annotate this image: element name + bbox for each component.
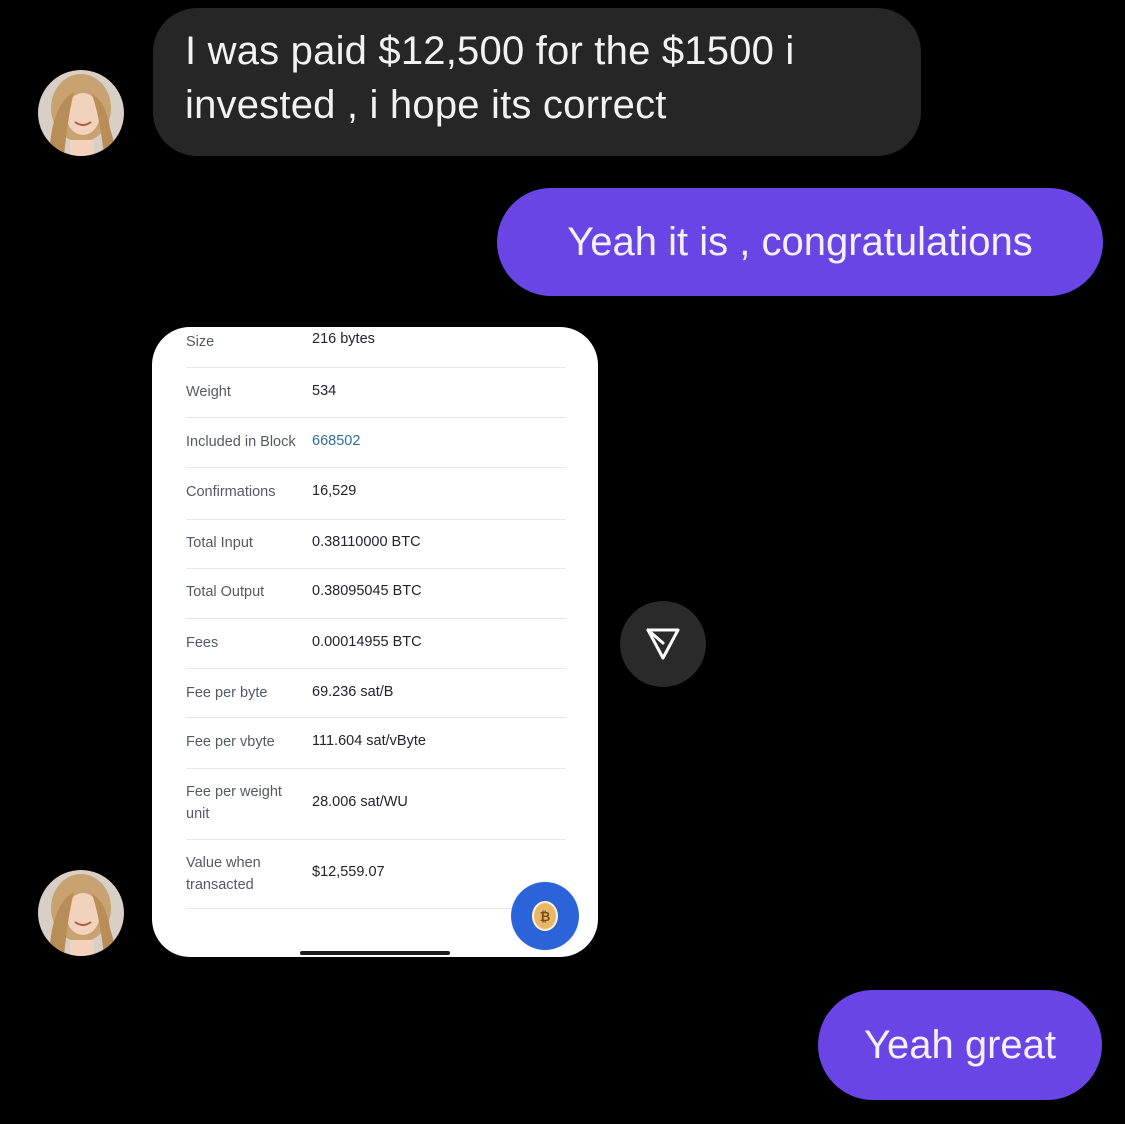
detail-value: 0.38095045 BTC: [312, 583, 422, 599]
detail-row-value-when-transacted: Value when transacted $12,559.07: [186, 840, 566, 909]
message-text-line-1: I was paid $12,500 for the $1500 i: [185, 29, 795, 73]
detail-label: Total Output: [186, 584, 265, 600]
detail-value: 534: [312, 383, 337, 399]
detail-label: Fee per byte: [186, 685, 268, 701]
message-text-line-2: invested , i hope its correct: [185, 83, 667, 127]
paper-plane-icon: [646, 628, 680, 660]
detail-label: Value when transacted: [186, 855, 261, 893]
detail-row-fee-per-byte: Fee per byte 69.236 sat/B: [186, 669, 566, 718]
detail-label: Fee per weight unit: [186, 784, 282, 822]
detail-row-fee-per-weight-unit: Fee per weight unit 28.006 sat/WU: [186, 769, 566, 840]
message-text: Yeah it is , congratulations: [567, 219, 1033, 264]
avatar[interactable]: [38, 70, 124, 156]
bitcoin-icon: ₿: [532, 901, 558, 931]
detail-row-size: Size 216 bytes: [186, 331, 566, 368]
incoming-message-bubble[interactable]: I was paid $12,500 for the $1500 i inves…: [153, 8, 921, 156]
block-link[interactable]: 668502: [312, 433, 360, 449]
message-text: Yeah great: [863, 1022, 1057, 1067]
detail-value: 69.236 sat/B: [312, 684, 394, 700]
detail-value: 16,529: [312, 483, 357, 499]
detail-row-total-output: Total Output 0.38095045 BTC: [186, 569, 566, 619]
shared-transaction-screenshot[interactable]: Size 216 bytes Weight 534 Included in Bl…: [152, 327, 598, 957]
detail-value: 0.38110000 BTC: [312, 534, 421, 550]
detail-row-fees: Fees 0.00014955 BTC: [186, 619, 566, 669]
detail-value: 28.006 sat/WU: [312, 794, 408, 810]
detail-row-total-input: Total Input 0.38110000 BTC: [186, 520, 566, 569]
bitcoin-button[interactable]: ₿: [511, 882, 579, 950]
detail-row-weight: Weight 534: [186, 368, 566, 418]
outgoing-message-bubble[interactable]: Yeah it is , congratulations: [497, 188, 1103, 296]
avatar-image: [38, 870, 124, 956]
detail-value: 216 bytes: [312, 331, 375, 347]
detail-label: Total Input: [186, 535, 253, 551]
share-button[interactable]: [620, 601, 706, 687]
detail-row-fee-per-vbyte: Fee per vbyte 111.604 sat/vByte: [186, 718, 566, 769]
detail-value: $12,559.07: [312, 864, 385, 880]
detail-row-block: Included in Block 668502: [186, 418, 566, 468]
outgoing-message-bubble[interactable]: Yeah great: [818, 990, 1102, 1100]
avatar-image: [38, 70, 124, 156]
chat-thread: I was paid $12,500 for the $1500 i inves…: [0, 0, 1125, 1124]
detail-label: Confirmations: [186, 484, 276, 500]
detail-label: Size: [186, 334, 215, 350]
detail-value: 111.604 sat/vByte: [312, 733, 426, 749]
detail-label: Fee per vbyte: [186, 734, 275, 750]
avatar[interactable]: [38, 870, 124, 956]
detail-row-confirmations: Confirmations 16,529: [186, 468, 566, 520]
detail-value: 0.00014955 BTC: [312, 634, 422, 650]
detail-label: Weight: [186, 384, 231, 400]
home-indicator: [300, 951, 450, 955]
detail-label: Included in Block: [186, 434, 296, 450]
detail-label: Fees: [186, 635, 219, 651]
